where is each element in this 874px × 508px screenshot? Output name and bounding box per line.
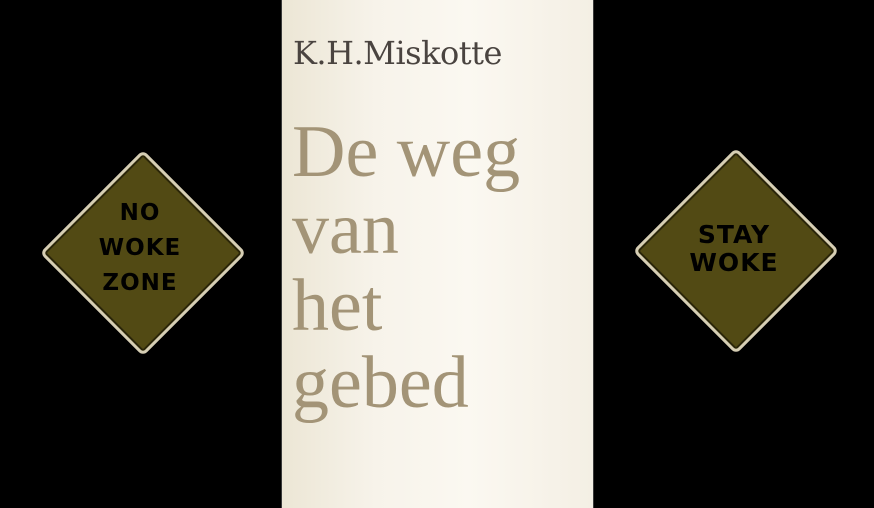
left-sign-text: NO WOKE ZONE [40,196,240,301]
book-title-line: De weg [292,111,521,193]
right-sign-line: STAY [697,220,771,249]
left-sign-line: NO [119,200,161,226]
left-sign-line: ZONE [102,270,178,296]
left-sign-line: WOKE [98,235,182,261]
book-author: K.H.Miskotte [293,34,502,72]
right-sign-text: STAY WOKE [634,221,834,277]
book-title: De weg van het gebed [292,114,520,422]
book-title-line: van [292,188,399,270]
right-sign-line: WOKE [689,248,779,277]
image-canvas: NO WOKE ZONE K.H.Miskotte De weg van het… [0,0,874,508]
book-title-line: het [292,265,383,347]
book-cover: K.H.Miskotte De weg van het gebed [282,0,593,508]
book-title-line: gebed [292,342,469,424]
